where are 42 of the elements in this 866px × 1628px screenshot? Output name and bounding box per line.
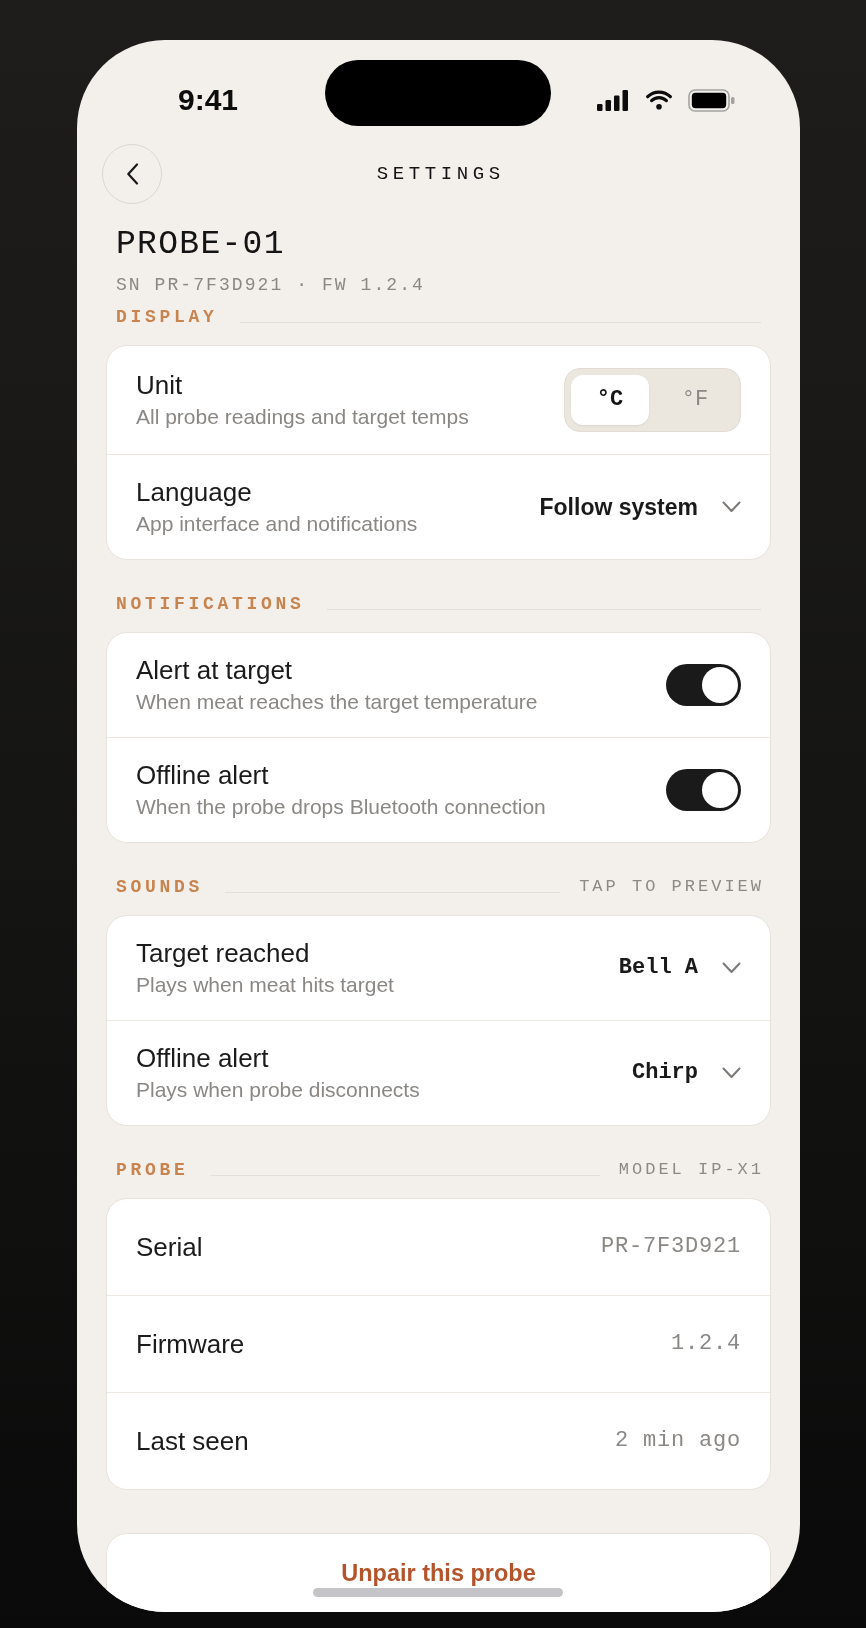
section-note: MODEL IP-X1: [618, 1160, 764, 1180]
sound-dropdown[interactable]: Chirp: [632, 1058, 741, 1088]
setting-description: All probe readings and target temps: [136, 404, 469, 430]
device-name: PROBE-01: [116, 225, 285, 265]
setting-description: Plays when meat hits target: [136, 972, 394, 998]
section-title: SOUNDS: [116, 877, 203, 897]
info-label: Last seen: [136, 1426, 249, 1456]
info-value: 1.2.4: [671, 1330, 741, 1358]
section-note: TAP TO PREVIEW: [579, 877, 764, 897]
setting-description: App interface and notifications: [136, 511, 418, 537]
info-value: 2 min ago: [614, 1427, 741, 1455]
chevron-down-icon: [722, 501, 741, 513]
info-value: PR-7F3D921: [600, 1233, 741, 1261]
setting-label: Offline alert: [136, 1043, 269, 1073]
toggle-switch[interactable]: [666, 769, 741, 811]
chevron-down-icon: [722, 1067, 741, 1079]
section-title: PROBE: [116, 1160, 189, 1180]
setting-label: Target reached: [136, 938, 310, 968]
sound-dropdown[interactable]: Bell A: [618, 953, 741, 983]
setting-label: Language: [136, 477, 252, 507]
signal-icon: [597, 89, 628, 111]
setting-description: Plays when probe disconnects: [136, 1077, 420, 1103]
setting-description: When the probe drops Bluetooth connection: [136, 794, 546, 820]
setting-label: Unit: [136, 370, 183, 400]
device-meta: SN PR-7F3D921 · FW 1.2.4: [116, 273, 425, 297]
info-label: Firmware: [136, 1329, 245, 1359]
toggle-switch[interactable]: [666, 664, 741, 706]
battery-icon: [688, 88, 735, 112]
back-icon: [125, 163, 139, 185]
unit-option[interactable]: °C: [571, 375, 649, 425]
section-title: NOTIFICATIONS: [116, 594, 305, 614]
screen-title: SETTINGS: [375, 162, 505, 187]
dropdown-button[interactable]: Follow system: [539, 492, 741, 522]
setting-label: Alert at target: [136, 655, 293, 685]
status-time: 9:41: [178, 82, 239, 118]
setting-description: When meat reaches the target temperature: [136, 689, 538, 715]
unpair-button[interactable]: Unpair this probe: [106, 1533, 771, 1612]
setting-label: Offline alert: [136, 760, 269, 790]
section-title: DISPLAY: [116, 307, 218, 327]
info-label: Serial: [136, 1232, 203, 1262]
wifi-icon: [646, 90, 672, 110]
chevron-down-icon: [722, 962, 741, 974]
